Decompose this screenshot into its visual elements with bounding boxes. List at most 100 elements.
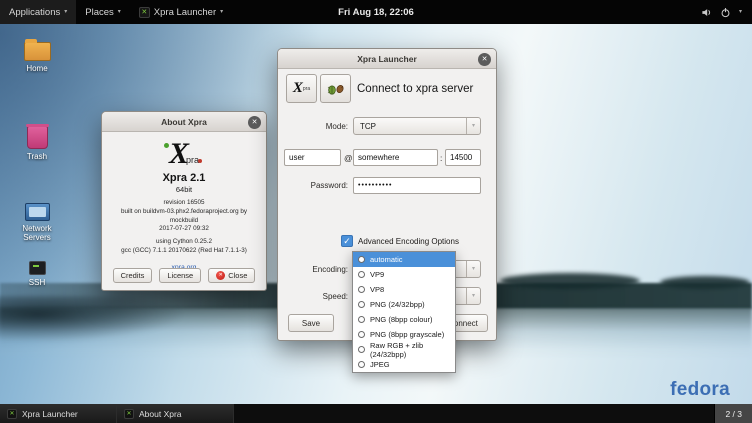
desktop-icon-label: SSH xyxy=(8,278,66,287)
chevron-down-icon: ▾ xyxy=(466,288,480,304)
license-label: License xyxy=(167,271,193,280)
desktop-icon-label: Home xyxy=(8,64,66,73)
encoding-option-raw-rgb[interactable]: Raw RGB + zlib (24/32bpp) xyxy=(353,342,455,357)
encoding-option-vp9[interactable]: VP9 xyxy=(353,267,455,282)
about-built-line: built on buildvm-03.phx2.fedoraproject.o… xyxy=(108,208,260,226)
taskbar-item-label: About Xpra xyxy=(139,409,182,419)
logo-x-letter: X xyxy=(169,137,189,170)
xpra-logo-button[interactable]: Xpra xyxy=(286,74,317,103)
taskbar-item-xpra-launcher[interactable]: ✕ Xpra Launcher xyxy=(0,404,117,423)
network-servers-icon xyxy=(25,203,50,221)
mode-select[interactable]: TCP ▾ xyxy=(353,117,481,135)
volume-icon xyxy=(701,7,712,18)
about-built-date: 2017-07-27 09:32 xyxy=(108,225,260,234)
xpra-mini-logo-text: pra xyxy=(303,86,310,92)
password-label: Password: xyxy=(288,181,348,190)
close-label: Close xyxy=(228,271,247,280)
launcher-titlebar[interactable]: Xpra Launcher ✕ xyxy=(278,49,496,69)
encoding-option-vp8[interactable]: VP8 xyxy=(353,282,455,297)
encoding-option-png24[interactable]: PNG (24/32bpp) xyxy=(353,297,455,312)
bugs-icon xyxy=(326,81,346,97)
taskbar-item-about-xpra[interactable]: ✕ About Xpra xyxy=(117,404,234,423)
encoding-option-label: Raw RGB + zlib (24/32bpp) xyxy=(370,341,450,359)
encoding-option-label: automatic xyxy=(370,255,403,264)
applications-label: Applications xyxy=(9,7,60,18)
about-window-title: About Xpra xyxy=(161,117,207,127)
xpra-app-icon: ✕ xyxy=(7,409,17,419)
encoding-option-png8-colour[interactable]: PNG (8bpp colour) xyxy=(353,312,455,327)
about-cython: using Cython 0.25.2 xyxy=(108,238,260,247)
radio-icon xyxy=(358,346,365,353)
bug-icons-button[interactable] xyxy=(320,74,351,103)
encoding-option-label: PNG (8bpp grayscale) xyxy=(370,330,444,339)
password-input[interactable] xyxy=(353,177,481,194)
desktop-icon-network-servers[interactable]: Network Servers xyxy=(8,203,66,242)
radio-icon xyxy=(358,271,365,278)
taskbar-item-label: Xpra Launcher xyxy=(22,409,78,419)
port-input[interactable] xyxy=(445,149,481,166)
chevron-down-icon: ▾ xyxy=(220,9,223,15)
encoding-option-label: PNG (8bpp colour) xyxy=(370,315,433,324)
at-separator: @ xyxy=(344,153,353,163)
mode-label: Mode: xyxy=(288,122,348,131)
license-button[interactable]: License xyxy=(159,268,201,283)
about-button-row: Credits License ✕ Close xyxy=(102,268,266,283)
xpra-app-icon: ✕ xyxy=(124,409,134,419)
active-app-menu[interactable]: ✕ Xpra Launcher ▾ xyxy=(130,0,232,24)
about-window-titlebar[interactable]: About Xpra ✕ xyxy=(102,112,266,132)
about-arch: 64bit xyxy=(102,185,266,194)
about-app-name: Xpra 2.1 xyxy=(102,172,266,184)
close-button[interactable]: ✕ Close xyxy=(208,268,255,283)
about-xpra-window: About Xpra ✕ Xpra Xpra 2.1 64bit revisio… xyxy=(101,111,267,291)
logo-green-dot xyxy=(164,143,169,148)
xpra-logo: Xpra xyxy=(102,137,266,171)
home-folder-icon xyxy=(24,42,51,61)
close-icon[interactable]: ✕ xyxy=(248,116,261,129)
power-icon xyxy=(720,7,731,18)
chevron-down-icon: ▾ xyxy=(118,9,121,15)
username-input[interactable] xyxy=(284,149,341,166)
places-label: Places xyxy=(85,7,114,18)
host-input[interactable] xyxy=(353,149,438,166)
close-icon: ✕ xyxy=(216,271,225,280)
fedora-wordmark: fedora xyxy=(670,379,730,401)
encoding-option-label: VP8 xyxy=(370,285,384,294)
xpra-app-icon: ✕ xyxy=(139,7,150,18)
advanced-encoding-label: Advanced Encoding Options xyxy=(358,237,459,246)
desktop-screen: fedora Home Trash Network Servers SSH Ap… xyxy=(0,0,752,423)
desktop-icon-home[interactable]: Home xyxy=(8,42,66,73)
close-icon[interactable]: ✕ xyxy=(478,53,491,66)
encoding-option-jpeg[interactable]: JPEG xyxy=(353,357,455,372)
top-bar: Applications ▾ Places ▾ ✕ Xpra Launcher … xyxy=(0,0,752,24)
chevron-down-icon: ▾ xyxy=(64,9,67,15)
system-status-area[interactable]: ▾ xyxy=(701,0,752,24)
workspace-indicator[interactable]: 2 / 3 xyxy=(714,404,752,423)
credits-label: Credits xyxy=(121,271,145,280)
credits-button[interactable]: Credits xyxy=(113,268,153,283)
radio-icon xyxy=(358,331,365,338)
terminal-icon xyxy=(29,261,46,275)
radio-icon xyxy=(358,316,365,323)
radio-icon xyxy=(358,286,365,293)
radio-icon xyxy=(358,256,365,263)
taskbar: ✕ Xpra Launcher ✕ About Xpra 2 / 3 xyxy=(0,404,752,423)
launcher-heading: Connect to xpra server xyxy=(357,83,473,95)
xpra-mini-logo: X xyxy=(293,80,303,97)
clock[interactable]: Fri Aug 18, 22:06 xyxy=(338,7,414,18)
desktop-icon-trash[interactable]: Trash xyxy=(8,126,66,161)
mode-value: TCP xyxy=(354,122,466,131)
encoding-option-automatic[interactable]: automatic xyxy=(353,252,455,267)
encoding-option-label: JPEG xyxy=(370,360,390,369)
places-menu[interactable]: Places ▾ xyxy=(76,0,130,24)
trash-icon xyxy=(27,126,48,149)
chevron-down-icon: ▾ xyxy=(739,9,742,15)
speed-label: Speed: xyxy=(288,292,348,301)
save-button[interactable]: Save xyxy=(288,314,334,332)
advanced-encoding-checkbox[interactable]: ✓ xyxy=(341,235,353,247)
rocks-silhouette xyxy=(0,296,185,342)
logo-red-dot xyxy=(198,159,202,163)
port-separator: : xyxy=(440,153,442,163)
desktop-icon-ssh[interactable]: SSH xyxy=(8,261,66,287)
applications-menu[interactable]: Applications ▾ xyxy=(0,0,76,24)
launcher-title: Xpra Launcher xyxy=(357,54,417,64)
